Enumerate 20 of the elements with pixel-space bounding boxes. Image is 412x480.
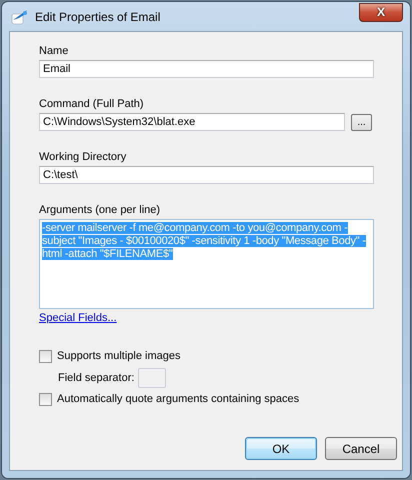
field-label: Field separator: [58,372,134,384]
browse-button[interactable]: ... [351,114,372,130]
checkbox-label: Automatically quote arguments containing spaces [57,393,300,405]
cancel-button[interactable]: Cancel [325,437,397,460]
checkbox[interactable] [39,350,52,362]
text-field[interactable]: C:\Windows\System32\blat.exe [39,113,345,131]
field-label: Arguments (one per line) [39,204,162,216]
text-field[interactable]: Email [39,60,374,78]
close-button[interactable]: X [359,2,403,22]
window-title: Edit Properties of Email [35,10,162,24]
checkbox[interactable] [39,392,52,406]
special-fields-link[interactable]: Special Fields... [39,312,117,324]
field-label: Working Directory [39,151,128,163]
app-icon [11,8,29,24]
field-label: Command (Full Path) [39,98,145,110]
checkbox-label: Supports multiple images [57,350,181,362]
text-field[interactable]: C:\test\ [39,166,374,184]
field-label: Name [39,45,70,57]
ok-button[interactable]: OK [245,437,317,460]
separator-field[interactable] [138,368,166,388]
